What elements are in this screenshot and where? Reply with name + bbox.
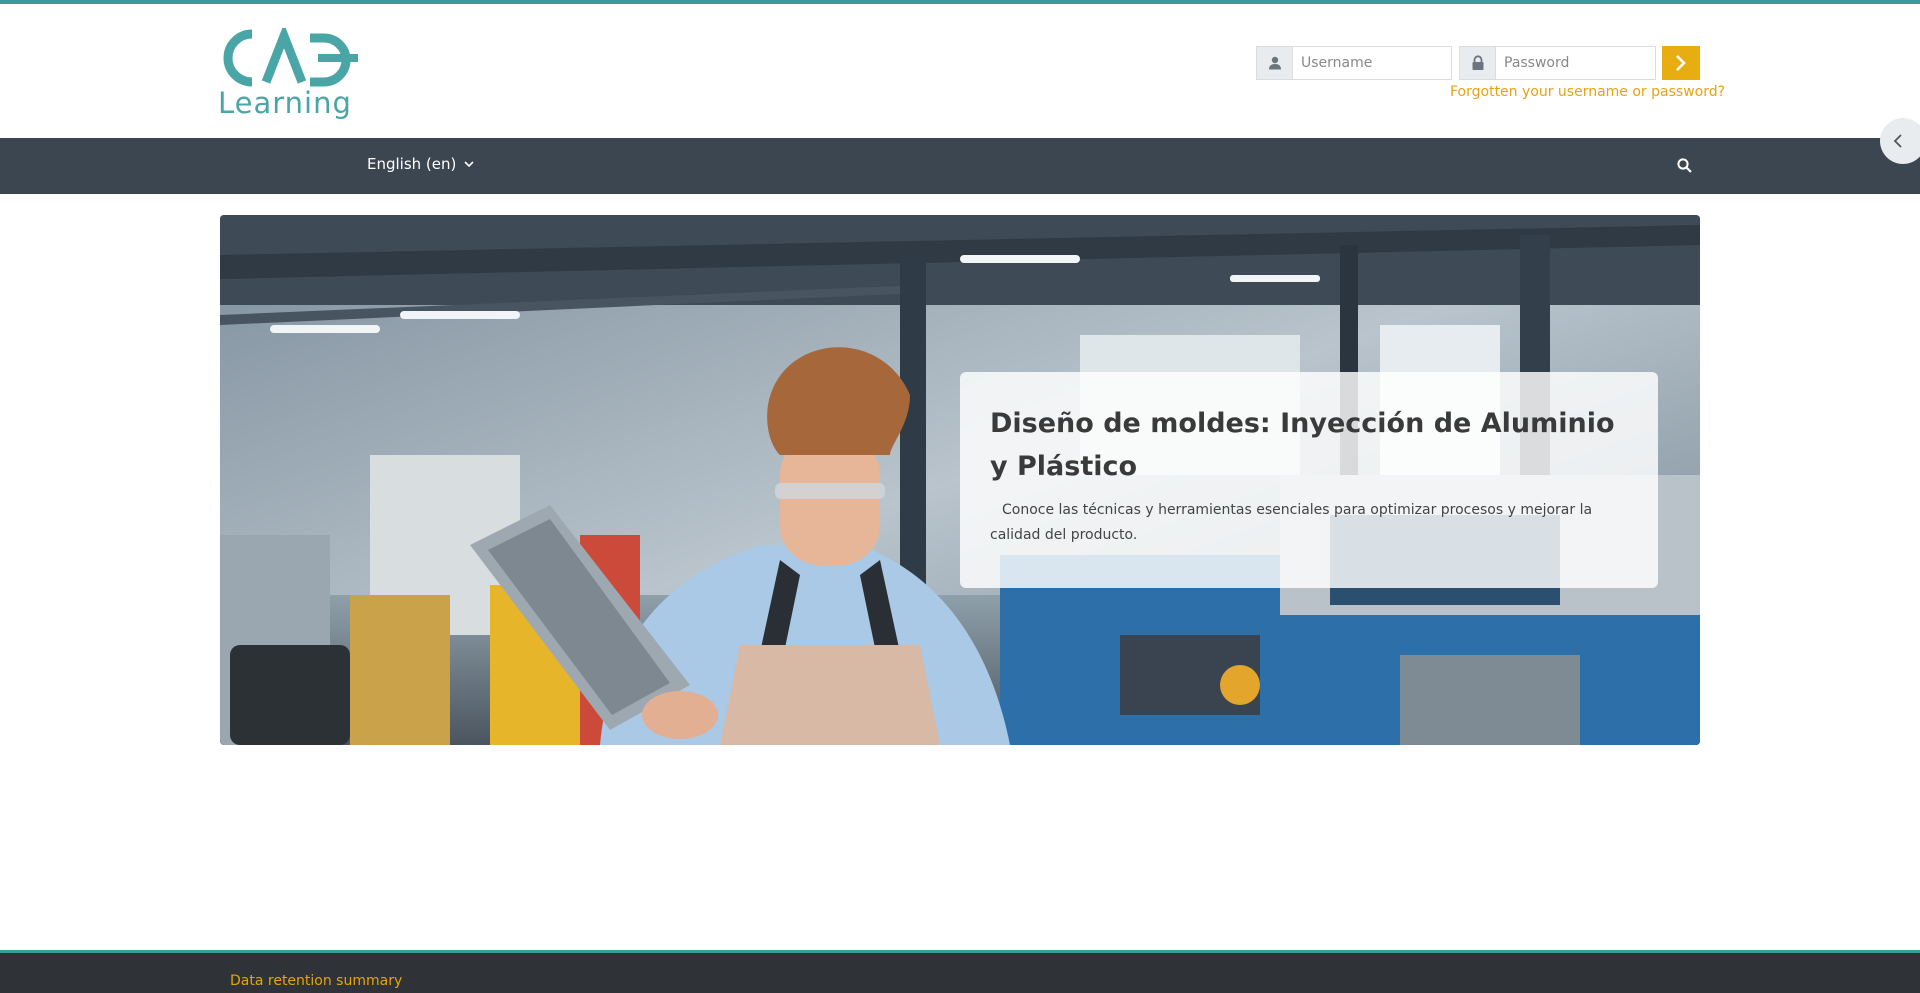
logo-text: Learning bbox=[218, 86, 352, 120]
login-submit-button[interactable] bbox=[1662, 46, 1700, 80]
search-icon[interactable] bbox=[1676, 157, 1694, 175]
username-input[interactable] bbox=[1293, 47, 1451, 79]
main-navbar: English (en) bbox=[0, 138, 1920, 194]
user-icon bbox=[1257, 47, 1293, 79]
password-input[interactable] bbox=[1496, 47, 1655, 79]
username-field bbox=[1256, 46, 1452, 80]
password-field bbox=[1459, 46, 1656, 80]
chevron-left-icon bbox=[1893, 134, 1902, 148]
page-header: Learning Forgotten your username or pass… bbox=[0, 4, 1920, 138]
page-footer: Data retention summary bbox=[0, 950, 1920, 993]
hero-title: Diseño de moldes: Inyección de Aluminio … bbox=[990, 408, 1615, 482]
hero-caption: Diseño de moldes: Inyección de Aluminio … bbox=[960, 372, 1658, 588]
language-menu[interactable]: English (en) bbox=[367, 155, 474, 173]
forgot-password-link[interactable]: Forgotten your username or password? bbox=[1450, 84, 1725, 100]
chevron-right-icon bbox=[1676, 55, 1686, 71]
drawer-toggle-button[interactable] bbox=[1880, 118, 1920, 164]
hero-banner: Diseño de moldes: Inyección de Aluminio … bbox=[220, 215, 1700, 745]
data-retention-link[interactable]: Data retention summary bbox=[230, 973, 402, 989]
language-label: English (en) bbox=[367, 155, 457, 173]
chevron-down-icon bbox=[464, 160, 474, 167]
lock-icon bbox=[1460, 47, 1496, 79]
hero-description: Conoce las técnicas y herramientas esenc… bbox=[990, 502, 1593, 543]
